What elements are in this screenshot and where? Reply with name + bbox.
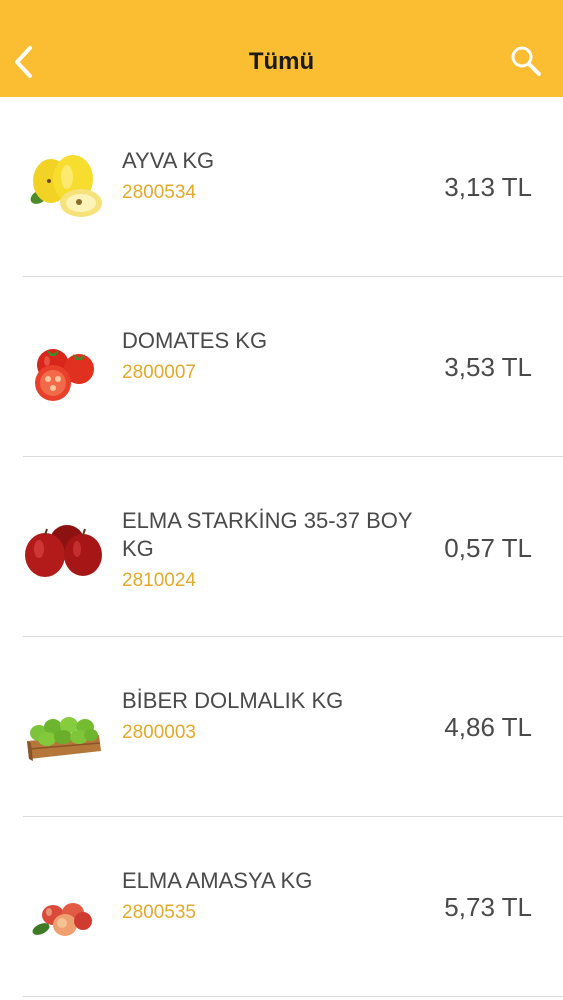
search-icon (511, 46, 541, 76)
tomato-image (35, 349, 94, 401)
product-name: DOMATES KG (122, 328, 268, 353)
product-row[interactable]: ELMA AMASYA KG 2800535 5,73 TL (23, 817, 563, 997)
search-button[interactable] (507, 42, 545, 80)
red-apple-image (25, 525, 102, 577)
amasya-apple-image (32, 903, 92, 936)
product-image (23, 677, 103, 777)
product-code: 2800535 (122, 902, 196, 923)
product-name: ELMA AMASYA KG (122, 868, 313, 893)
navigation-bar: Tümü (0, 0, 563, 97)
product-code: 2800007 (122, 362, 196, 383)
product-name: AYVA KG (122, 148, 215, 173)
product-row[interactable]: ELMA STARKİNG 35-37 BOY KG 2810024 0,57 … (23, 457, 563, 637)
product-code: 2800003 (122, 722, 196, 743)
page-title: Tümü (248, 48, 315, 75)
green-pepper-image (27, 717, 101, 761)
product-image (23, 857, 103, 957)
product-row[interactable]: DOMATES KG 2800007 3,53 TL (23, 277, 563, 457)
product-image (23, 137, 103, 237)
product-price: 3,13 TL (444, 172, 532, 202)
product-row[interactable]: BİBER DOLMALIK KG 2800003 4,86 TL (23, 637, 563, 817)
product-price: 5,73 TL (444, 892, 532, 922)
product-image (23, 317, 103, 417)
quince-image (30, 155, 102, 217)
product-code: 2800534 (122, 182, 196, 203)
product-name: BİBER DOLMALIK KG (122, 688, 344, 713)
product-image (23, 497, 103, 597)
product-row[interactable]: AYVA KG 2800534 3,13 TL (23, 97, 563, 277)
product-list: AYVA KG 2800534 3,13 TL DOMATES KG 28000… (0, 97, 563, 997)
product-code: 2810024 (122, 570, 196, 591)
product-price: 3,53 TL (444, 352, 532, 382)
product-price: 0,57 TL (444, 533, 532, 563)
product-price: 4,86 TL (444, 712, 532, 742)
product-name: ELMA STARKİNG 35-37 BOY KG (122, 508, 413, 561)
